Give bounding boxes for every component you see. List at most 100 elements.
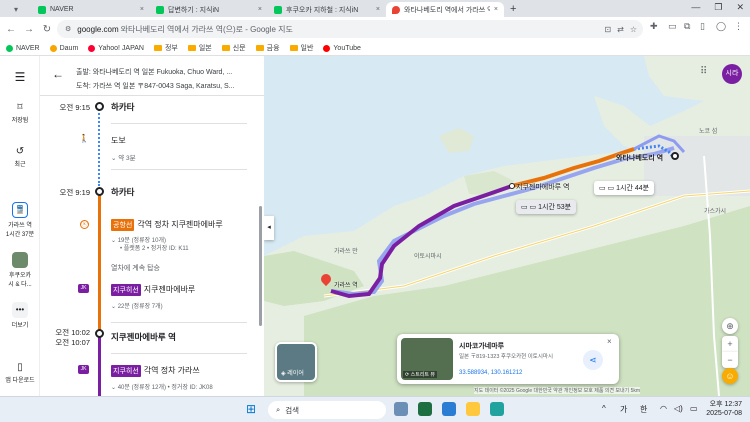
chikuhi2-detail-toggle[interactable]: ⌄ 40분 (정류장 12개) • 정거장 ID: JK08 bbox=[111, 382, 213, 391]
close-tab-icon[interactable]: × bbox=[140, 6, 144, 13]
tab-google-maps[interactable]: 와타나베도리 역에서 가라쓰 역 × bbox=[386, 2, 504, 17]
share-icon[interactable]: ⋖ bbox=[583, 350, 603, 370]
bookmark-folder-government[interactable]: 정부 bbox=[153, 43, 178, 53]
store-icon[interactable] bbox=[442, 402, 456, 416]
rail-more[interactable]: ••• 더보기 bbox=[0, 302, 40, 329]
stop-name[interactable]: 지쿠젠마에바루 역 bbox=[111, 331, 176, 343]
map-label-transfer[interactable]: 지쿠젠마에바루 역 bbox=[516, 182, 569, 192]
close-tab-icon[interactable]: × bbox=[376, 6, 380, 13]
rail-recent[interactable]: ↺ 최근 bbox=[0, 146, 40, 168]
close-window-icon[interactable]: ✕ bbox=[736, 2, 744, 13]
sidebar-icon[interactable]: ▯ bbox=[700, 21, 705, 32]
street-view-thumbnail[interactable]: ⟳ 스트리트 뷰 bbox=[401, 338, 453, 380]
close-tab-icon[interactable]: × bbox=[258, 6, 262, 13]
airport-line-row[interactable]: 공항선 각역 정차 지쿠젠마에바루 bbox=[111, 219, 223, 231]
bookmark-naver[interactable]: NAVER bbox=[6, 44, 40, 52]
apps-grid-icon[interactable]: ⠿ bbox=[700, 66, 707, 77]
tab-label: 와타나베도리 역에서 가라쓰 역 bbox=[404, 6, 490, 14]
bookmark-folder-news[interactable]: 신문 bbox=[221, 43, 246, 53]
extension-icon[interactable]: ✚ bbox=[650, 21, 658, 32]
tray-chevron-icon[interactable]: ^ bbox=[602, 404, 606, 413]
chikuhi-line-row-2[interactable]: 지쿠히선 각역 정차 가라쓰 bbox=[111, 365, 200, 377]
task-view-icon[interactable] bbox=[394, 402, 408, 416]
origin-text[interactable]: 출발: 와타나베도리 역 일본 Fukuoka, Chuo Ward, ... bbox=[76, 67, 260, 77]
zoom-out-button[interactable]: − bbox=[722, 352, 738, 368]
place-coordinates[interactable]: 33.588934, 130.161212 bbox=[459, 370, 522, 376]
install-app-icon[interactable]: ⊡ bbox=[604, 25, 611, 34]
zoom-in-button[interactable]: + bbox=[722, 336, 738, 352]
bookmark-folder-general[interactable]: 일반 bbox=[289, 43, 313, 53]
translate-icon[interactable]: ⇄ bbox=[617, 25, 624, 34]
clock[interactable]: 오후 12:37 2025-07-08 bbox=[706, 400, 742, 418]
bookmark-yahoo-japan[interactable]: Yahoo! JAPAN bbox=[88, 44, 144, 52]
puzzle-icon[interactable]: ⧉ bbox=[684, 21, 690, 32]
collapse-panel-button[interactable]: ◂ bbox=[264, 216, 274, 240]
pegman-icon[interactable]: ☺ bbox=[722, 368, 738, 384]
destination-text[interactable]: 도착: 가라쓰 역 일본 〒847-0043 Saga, Karatsu, S.… bbox=[76, 81, 260, 91]
tab-search-icon[interactable]: ▾ bbox=[0, 2, 32, 17]
rail-place-fukuoka[interactable]: 후쿠오카 시 & 다... bbox=[0, 252, 40, 288]
browser-icon[interactable] bbox=[490, 402, 504, 416]
place-card[interactable]: ⟳ 스트리트 뷰 시마코가네마루 일본 〒819-1323 후쿠오카현 이토시마… bbox=[397, 334, 619, 384]
rail-route-karatsu[interactable]: 🚆 가라쓰 역 1시간 37분 bbox=[0, 202, 40, 238]
departure-time: 오전 9:19 bbox=[59, 188, 90, 197]
new-tab-button[interactable]: + bbox=[504, 2, 522, 17]
account-avatar[interactable]: 시라 bbox=[722, 64, 742, 84]
wifi-icon[interactable]: ◠ bbox=[660, 404, 667, 413]
site-info-icon[interactable]: ⚙ bbox=[65, 25, 71, 33]
chikuhi-detail-toggle[interactable]: ⌄ 22분 (정류장 7개) bbox=[111, 301, 163, 310]
stop-marker bbox=[95, 329, 104, 338]
windows-start-icon[interactable]: ⊞ bbox=[246, 402, 260, 416]
toolbar: ← → ↻ ⚙ google.com 와타나베도리 역에서 가라쓰 역(으)로 … bbox=[0, 17, 750, 41]
bookmark-folder-finance[interactable]: 금융 bbox=[255, 43, 280, 53]
chikuhi-line-row[interactable]: 지쿠히선 지쿠젠마에바루 bbox=[111, 284, 195, 296]
route-time-chip-primary[interactable]: ▭ ▭ 1시간 44분 bbox=[594, 181, 655, 195]
back-arrow-icon[interactable]: ← bbox=[52, 67, 64, 81]
map-label-origin[interactable]: 와타나베도리 역 bbox=[616, 153, 663, 163]
tab-label: NAVER bbox=[50, 6, 74, 13]
map-footer[interactable]: 지도 데이터 ©2025 Google 대한민국 약관 개인정보 보호 제품 의… bbox=[474, 387, 641, 394]
panel-scrollbar[interactable] bbox=[259, 206, 262, 326]
divider bbox=[111, 123, 247, 124]
daum-icon bbox=[49, 44, 57, 52]
bookmark-youtube[interactable]: YouTube bbox=[323, 44, 361, 52]
reload-icon[interactable]: ↻ bbox=[38, 24, 56, 35]
bookmark-daum[interactable]: Daum bbox=[49, 44, 78, 52]
stop-name[interactable]: 하카타 bbox=[111, 101, 134, 113]
tab-naver[interactable]: NAVER × bbox=[32, 2, 150, 17]
tab-knowledge-answer[interactable]: 답변하기 : 지식iN × bbox=[150, 2, 268, 17]
close-card-icon[interactable]: × bbox=[607, 337, 612, 346]
forward-icon[interactable]: → bbox=[20, 24, 38, 35]
my-location-icon[interactable]: ⊕ bbox=[722, 318, 738, 334]
origin-marker[interactable] bbox=[671, 152, 679, 160]
route-time-chip-alt[interactable]: ▭ ▭ 1시간 53분 bbox=[516, 200, 577, 214]
tab-fukuoka-subway[interactable]: 후쿠오카 지하철 : 지식iN × bbox=[268, 2, 386, 17]
stop-name[interactable]: 하카타 bbox=[111, 186, 134, 198]
divider bbox=[111, 169, 247, 170]
transfer-marker[interactable] bbox=[509, 183, 515, 189]
rail-saved[interactable]: ⌑ 저장됨 bbox=[0, 102, 40, 124]
taskbar-search[interactable]: ⌕ 검색 bbox=[268, 401, 386, 419]
train-icon: 🚆 bbox=[12, 202, 28, 218]
profile-icon[interactable]: ◯ bbox=[716, 21, 726, 32]
volume-icon[interactable]: ◁) bbox=[674, 404, 683, 413]
layers-button[interactable]: ◈ 레이어 bbox=[275, 342, 317, 382]
ime-language[interactable]: 한 bbox=[640, 404, 647, 415]
bookmark-star-icon[interactable]: ☆ bbox=[630, 25, 637, 34]
menu-icon[interactable]: ⋮ bbox=[734, 21, 743, 32]
maximize-icon[interactable]: ❐ bbox=[714, 2, 722, 13]
minimize-icon[interactable]: — bbox=[691, 2, 700, 13]
excel-icon[interactable] bbox=[418, 402, 432, 416]
walk-duration-toggle[interactable]: ⌄ 약 3분 bbox=[111, 152, 136, 162]
address-bar[interactable]: ⚙ google.com 와타나베도리 역에서 가라쓰 역(으)로 - Goog… bbox=[57, 20, 643, 38]
bookmark-folder-japan[interactable]: 일본 bbox=[187, 43, 212, 53]
map-label-destination[interactable]: 가라쓰 역 bbox=[334, 280, 358, 289]
hamburger-menu-icon[interactable]: ☰ bbox=[0, 70, 40, 84]
video-icon[interactable]: ▭ bbox=[668, 21, 677, 32]
back-icon[interactable]: ← bbox=[2, 24, 20, 35]
close-tab-icon[interactable]: × bbox=[494, 6, 498, 13]
battery-icon[interactable]: ▭ bbox=[690, 404, 698, 413]
file-explorer-icon[interactable] bbox=[466, 402, 480, 416]
rail-app-download[interactable]: ▯ 앱 다운로드 bbox=[0, 362, 40, 384]
ime-mode[interactable]: 가 bbox=[620, 404, 627, 415]
